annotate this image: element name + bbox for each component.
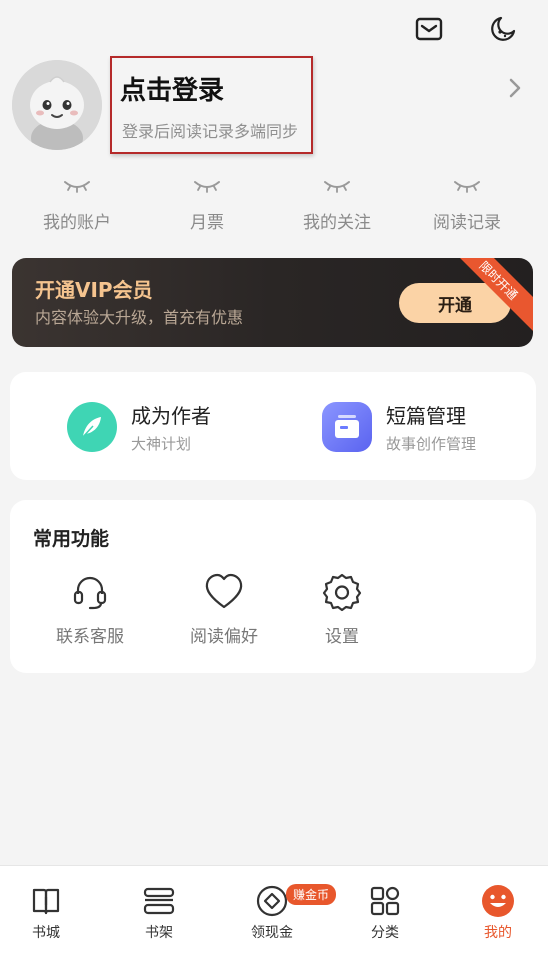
quick-link-label: 月票 <box>190 213 224 233</box>
bookshelf-icon <box>119 884 199 918</box>
quick-link-reading-history[interactable]: 阅读记录 <box>402 178 532 233</box>
tool-label: 设置 <box>325 627 359 647</box>
tab-label: 我的 <box>484 925 512 941</box>
tab-label: 分类 <box>371 925 399 941</box>
profile-header[interactable]: 点击登录 登录后阅读记录多端同步 <box>12 56 522 160</box>
login-title[interactable]: 点击登录 <box>120 70 224 107</box>
quick-link-monthly-ticket[interactable]: 月票 <box>142 178 272 233</box>
tab-bookshelf[interactable]: 书架 <box>119 884 199 942</box>
tab-earn-cash[interactable]: 领现金 赚金币 <box>232 884 337 942</box>
heart-icon <box>174 572 274 612</box>
quick-link-label: 我的账户 <box>43 213 111 233</box>
closed-eye-icon <box>142 178 272 200</box>
closed-eye-icon <box>272 178 402 200</box>
quick-link-label: 阅读记录 <box>433 213 501 233</box>
creator-card: 成为作者 大神计划 短篇管理 故事创作管理 <box>10 372 536 480</box>
moon-icon[interactable] <box>488 14 518 44</box>
vip-banner[interactable]: 开通VIP会员 内容体验大升级，首充有优惠 开通 限时开通 <box>12 258 533 347</box>
section-heading: 常用功能 <box>33 528 110 550</box>
feature-title: 短篇管理 <box>386 404 466 428</box>
vip-title: 开通VIP会员 <box>35 278 153 302</box>
tab-label: 书城 <box>32 925 60 941</box>
reading-preference-entry[interactable]: 阅读偏好 <box>174 572 274 647</box>
closed-eye-icon <box>12 178 142 200</box>
tool-label: 阅读偏好 <box>190 627 258 647</box>
tool-label: 联系客服 <box>56 627 124 647</box>
become-author-entry[interactable]: 成为作者 大神计划 <box>67 400 211 454</box>
feather-icon <box>67 402 117 452</box>
mail-icon[interactable] <box>414 14 444 44</box>
tab-label: 书架 <box>145 925 173 941</box>
tab-category[interactable]: 分类 <box>345 884 425 942</box>
headset-icon <box>40 572 140 612</box>
book-icon <box>6 884 86 918</box>
bottom-tab-bar: 书城 书架 领现金 赚金币 分类 我的 <box>0 865 548 953</box>
gear-icon <box>292 572 392 612</box>
tab-label: 领现金 <box>251 925 293 941</box>
grid-icon <box>345 884 425 918</box>
tab-mine[interactable]: 我的 <box>458 884 538 942</box>
quick-link-follow[interactable]: 我的关注 <box>272 178 402 233</box>
smile-face-icon <box>458 884 538 918</box>
feature-subtitle: 故事创作管理 <box>386 435 477 453</box>
short-story-management-entry[interactable]: 短篇管理 故事创作管理 <box>322 400 476 454</box>
earn-coins-badge: 赚金币 <box>286 884 337 905</box>
quick-link-account[interactable]: 我的账户 <box>12 178 142 233</box>
document-stack-icon <box>322 402 372 452</box>
feature-subtitle: 大神计划 <box>131 435 192 453</box>
chevron-right-icon[interactable] <box>508 76 522 104</box>
quick-link-label: 我的关注 <box>303 213 371 233</box>
login-subtitle: 登录后阅读记录多端同步 <box>122 122 299 141</box>
common-functions-card: 常用功能 联系客服 阅读偏好 设置 <box>10 500 536 673</box>
tab-bookstore[interactable]: 书城 <box>6 884 86 942</box>
vip-subtitle: 内容体验大升级，首充有优惠 <box>35 308 244 327</box>
customer-service-entry[interactable]: 联系客服 <box>40 572 140 647</box>
avatar[interactable] <box>12 60 102 150</box>
closed-eye-icon <box>402 178 532 200</box>
top-action-bar <box>414 14 518 44</box>
feature-title: 成为作者 <box>131 404 211 428</box>
settings-entry[interactable]: 设置 <box>292 572 392 647</box>
